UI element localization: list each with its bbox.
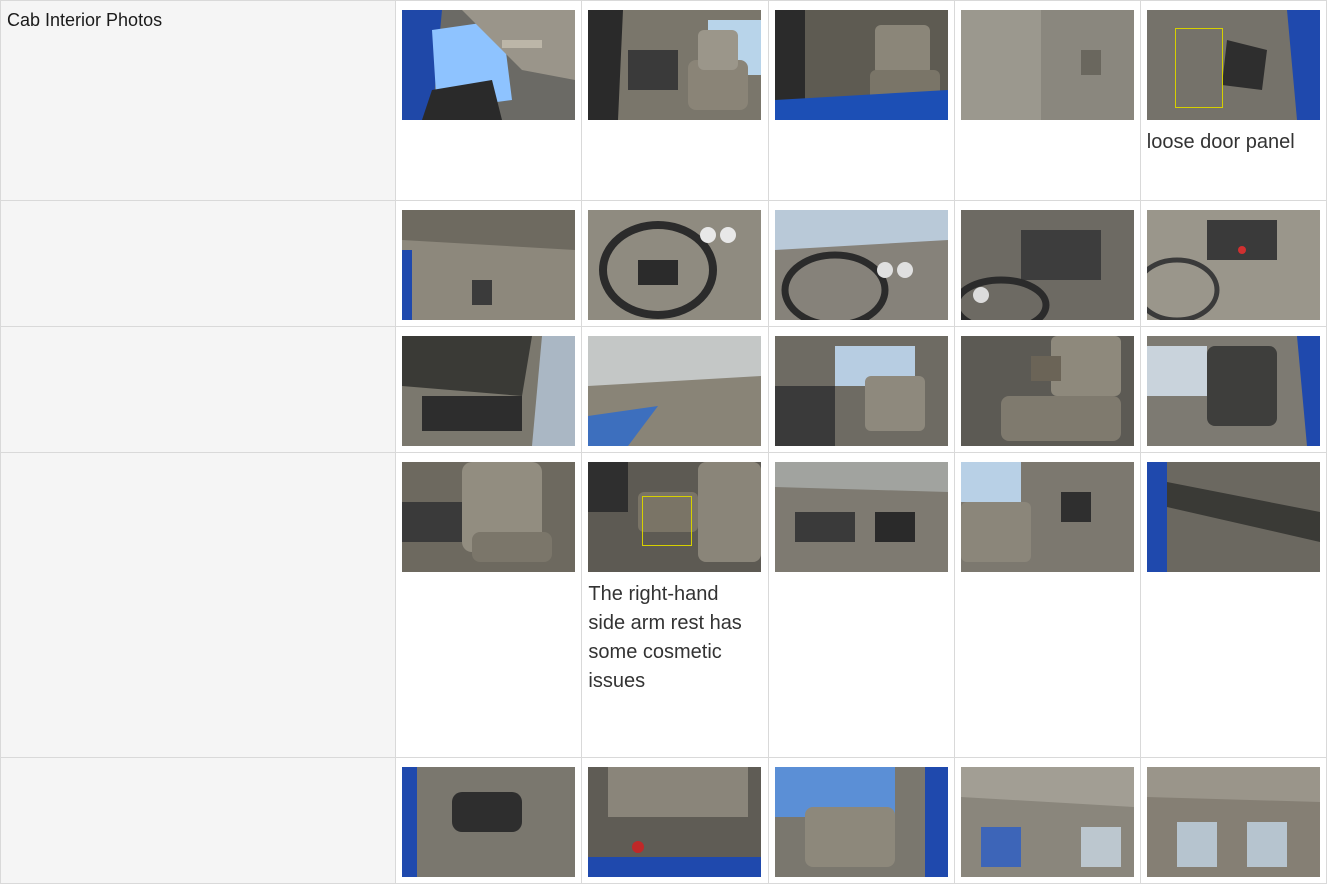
photo-seat-armrest-side[interactable]	[960, 336, 1134, 446]
photo-seat-sky[interactable]	[774, 767, 948, 877]
section-label-empty	[0, 757, 397, 884]
photo-cell: loose door panel	[1139, 0, 1327, 201]
photo-cell	[767, 757, 955, 884]
photo-cell	[395, 200, 583, 327]
photo-sleeper-floor[interactable]	[588, 767, 762, 877]
photo-glare-closeup[interactable]	[960, 10, 1134, 120]
section-label: Cab Interior Photos	[0, 0, 397, 201]
photo-cell	[767, 326, 955, 453]
gallery-row	[0, 200, 1327, 327]
photo-cell	[395, 0, 583, 201]
photo-caption: loose door panel	[1146, 131, 1295, 153]
photo-caption: The right-hand side arm rest has some co…	[588, 583, 742, 692]
photo-driver-seat[interactable]	[774, 336, 948, 446]
photo-door-handle-panel[interactable]	[774, 462, 948, 572]
photo-passenger-seat[interactable]	[1146, 336, 1320, 446]
photo-cell	[1139, 452, 1327, 758]
photo-door-interior-panel[interactable]	[1146, 462, 1320, 572]
damage-highlight-box	[1174, 28, 1223, 108]
photo-floor-pedals[interactable]	[402, 210, 576, 320]
photo-dashboard-windshield[interactable]	[774, 210, 948, 320]
photo-steering-wheel[interactable]	[588, 210, 762, 320]
photo-cell	[953, 200, 1141, 327]
photo-cell	[953, 452, 1141, 758]
photo-door-jamb-seat[interactable]	[774, 10, 948, 120]
photo-door-handle-closeup[interactable]	[402, 767, 576, 877]
photo-cell	[1139, 326, 1327, 453]
photo-seat-view-cab[interactable]	[588, 10, 762, 120]
photo-dash-top[interactable]	[588, 336, 762, 446]
section-label-empty	[0, 200, 397, 327]
photo-cell	[953, 757, 1141, 884]
photo-gallery-table: Cab Interior Photos loose door panel The…	[0, 0, 1327, 884]
gallery-row	[0, 326, 1327, 453]
photo-sleeper-ceiling[interactable]	[960, 767, 1134, 877]
photo-door-panel-handle[interactable]	[1146, 10, 1320, 120]
photo-cell: The right-hand side arm rest has some co…	[581, 452, 769, 758]
gallery-row: The right-hand side arm rest has some co…	[0, 452, 1327, 758]
section-label-empty	[0, 452, 397, 758]
photo-center-console[interactable]	[1146, 210, 1320, 320]
photo-cell	[767, 200, 955, 327]
photo-cell	[395, 452, 583, 758]
photo-passenger-door[interactable]	[402, 336, 576, 446]
photo-door-open-headliner[interactable]	[402, 10, 576, 120]
photo-cell	[395, 757, 583, 884]
photo-cell	[767, 0, 955, 201]
gallery-row: Cab Interior Photos loose door panel	[0, 0, 1327, 201]
damage-highlight-box	[642, 496, 693, 546]
photo-door-seat-view[interactable]	[960, 462, 1134, 572]
section-label-empty	[0, 326, 397, 453]
photo-cell	[395, 326, 583, 453]
photo-cell	[581, 326, 769, 453]
photo-instrument-cluster[interactable]	[960, 210, 1134, 320]
gallery-row	[0, 757, 1327, 884]
photo-cell	[953, 0, 1141, 201]
photo-cell	[581, 200, 769, 327]
photo-armrest-damage[interactable]	[588, 462, 762, 572]
photo-cell	[953, 326, 1141, 453]
photo-cell	[581, 0, 769, 201]
section-title: Cab Interior Photos	[7, 10, 163, 30]
photo-seat-armrest[interactable]	[402, 462, 576, 572]
photo-cell	[581, 757, 769, 884]
photo-cell	[767, 452, 955, 758]
photo-cell	[1139, 757, 1327, 884]
photo-sleeper-rear[interactable]	[1146, 767, 1320, 877]
photo-cell	[1139, 200, 1327, 327]
